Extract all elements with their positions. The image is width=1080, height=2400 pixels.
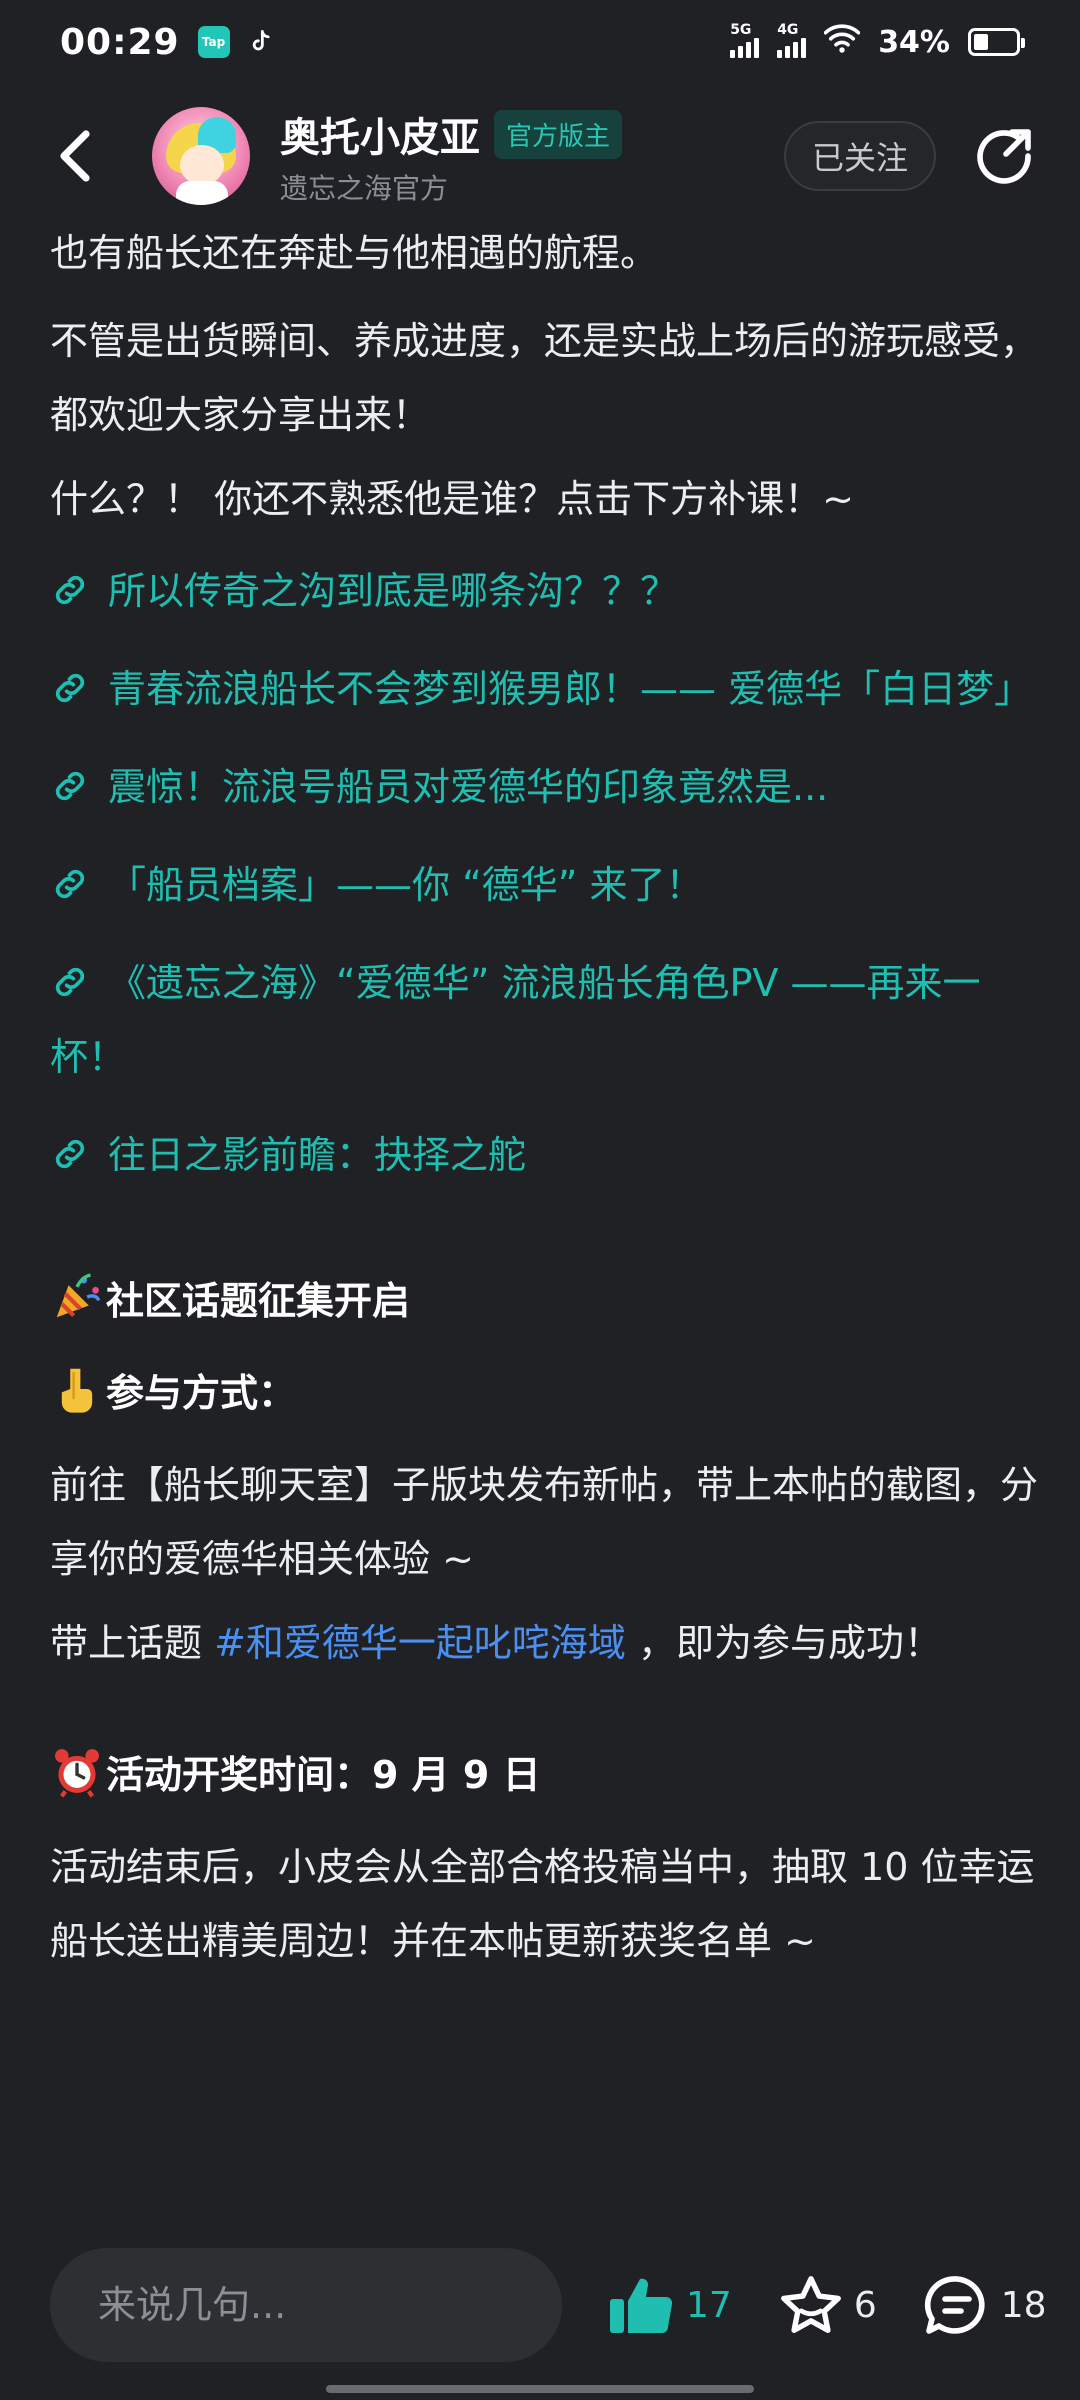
thumbs-up-icon xyxy=(610,2278,673,2333)
taptap-app-icon: Tap xyxy=(197,26,230,58)
article-link[interactable]: 青春流浪船长不会梦到猴男郎！—— 爱德华「白日梦」 xyxy=(50,652,1040,726)
tiktok-app-icon xyxy=(244,26,276,58)
notification-icons: Tap xyxy=(197,26,276,58)
status-time: 00:29 xyxy=(60,21,180,63)
article-link[interactable]: 往日之影前瞻：抉择之舵 xyxy=(50,1118,1040,1192)
article-link[interactable]: 所以传奇之沟到底是哪条沟？？？ xyxy=(50,554,1040,628)
paragraph: 不管是出货瞬间、养成进度，还是实战上场后的游玩感受，都欢迎大家分享出来！ xyxy=(50,319,1039,437)
comment-bubble-icon xyxy=(924,2276,985,2334)
comment-button[interactable]: 18 xyxy=(923,2273,1047,2337)
party-popper-icon xyxy=(56,1273,101,1318)
post-header: 奥托小皮亚 官方版主 遗忘之海官方 已关注 xyxy=(0,96,1080,216)
battery-icon xyxy=(968,28,1025,56)
favorite-button[interactable]: 6 xyxy=(778,2273,877,2337)
paragraph: 前往【船长聊天室】子版块发布新帖，带上本帖的截图，分享你的爱德华相关体验 ~ xyxy=(50,1463,1039,1581)
how-section-title: 参与方式： xyxy=(50,1356,1040,1430)
link-icon xyxy=(55,575,85,605)
share-icon xyxy=(977,129,1031,184)
article-link[interactable]: 「船员档案」——你 “德华” 来了！ xyxy=(50,848,1040,922)
comment-input[interactable] xyxy=(50,2248,562,2362)
hashtag-paragraph: 带上话题 #和爱德华一起叱咤海域 ，即为参与成功！ xyxy=(50,1621,943,1665)
award-section-title: 活动开奖时间：9 月 9 日 xyxy=(50,1738,1040,1812)
link-icon xyxy=(55,869,85,899)
follow-button[interactable]: 已关注 xyxy=(783,121,936,191)
share-button[interactable] xyxy=(972,124,1036,188)
bottom-action-bar: 17 6 18 xyxy=(0,2240,1080,2400)
link-icon xyxy=(55,673,85,703)
back-button[interactable] xyxy=(44,124,108,188)
signal-4g-icon: 4G xyxy=(777,22,807,58)
chevron-left-icon xyxy=(60,130,90,182)
author-info: 奥托小皮亚 官方版主 遗忘之海官方 xyxy=(280,105,623,207)
paragraph: 什么？！ 你还不熟悉他是谁？点击下方补课！~ xyxy=(50,477,854,521)
link-icon xyxy=(55,771,85,801)
article-link[interactable]: 《遗忘之海》“爱德华” 流浪船长角色PV ——再来一杯！ xyxy=(50,946,1040,1094)
paragraph: 也有船长还在奔赴与他相遇的航程。 xyxy=(50,231,659,275)
like-count: 17 xyxy=(686,2284,732,2326)
author-subtitle: 遗忘之海官方 xyxy=(280,172,449,205)
star-icon xyxy=(780,2276,841,2333)
signal-5g-icon: 5G xyxy=(730,22,760,58)
link-icon xyxy=(55,1139,85,1169)
topic-section-title: 社区话题征集开启 xyxy=(50,1264,1040,1338)
post-detail-screen: 00:29 Tap 5G 4G 34% 奥托小皮亚 官方版主 遗忘之海官方 已关… xyxy=(0,0,1080,2400)
author-avatar[interactable] xyxy=(152,107,250,205)
hashtag-link[interactable]: #和爱德华一起叱咤海域 xyxy=(214,1621,626,1665)
comment-count: 18 xyxy=(1000,2284,1047,2326)
wifi-icon xyxy=(823,23,861,61)
status-indicators: 5G 4G 34% xyxy=(730,22,1025,61)
status-bar: 00:29 Tap 5G 4G 34% xyxy=(0,0,1080,84)
alarm-clock-icon xyxy=(55,1749,99,1798)
like-button[interactable]: 17 xyxy=(608,2273,732,2337)
pointing-down-hand-icon xyxy=(61,1368,93,1413)
home-indicator[interactable] xyxy=(326,2385,754,2393)
paragraph: 活动结束后，小皮会从全部合格投稿当中，抽取 10 位幸运船长送出精美周边！并在本… xyxy=(50,1845,1035,1963)
favorite-count: 6 xyxy=(853,2284,877,2326)
post-content: 也有船长还在奔赴与他相遇的航程。 不管是出货瞬间、养成进度，还是实战上场后的游玩… xyxy=(50,216,1040,1988)
author-name[interactable]: 奥托小皮亚 xyxy=(280,105,480,163)
link-icon xyxy=(55,967,85,997)
article-link[interactable]: 震惊！流浪号船员对爱德华的印象竟然是... xyxy=(50,750,1040,824)
battery-percent: 34% xyxy=(878,24,950,60)
official-moderator-badge: 官方版主 xyxy=(494,109,623,159)
